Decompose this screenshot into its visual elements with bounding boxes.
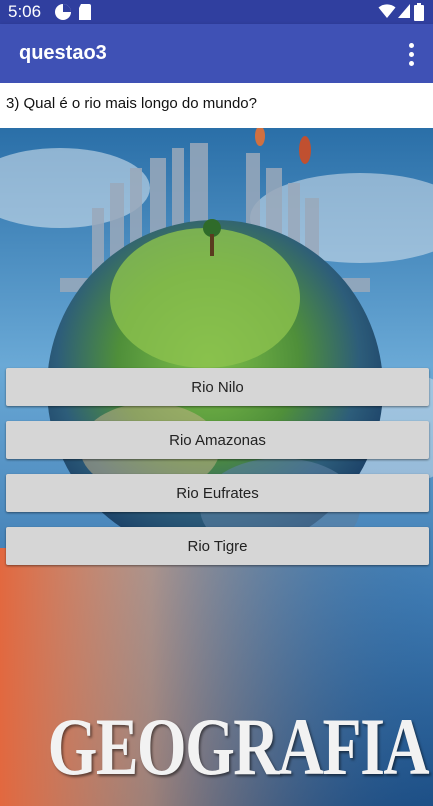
app-bar: questao3 <box>0 24 433 83</box>
answer-label: Rio Eufrates <box>176 484 259 502</box>
answer-label: Rio Amazonas <box>169 431 266 449</box>
status-time: 5:06 <box>8 2 42 21</box>
more-vert-icon[interactable] <box>399 39 423 69</box>
answer-button-rio-eufrates[interactable]: Rio Eufrates <box>6 474 429 512</box>
sim-card-icon <box>79 4 91 20</box>
question-text: 3) Qual é o rio mais longo do mundo? <box>6 95 257 112</box>
wifi-icon <box>378 4 396 18</box>
data-saver-icon <box>55 4 71 20</box>
answer-button-rio-amazonas[interactable]: Rio Amazonas <box>6 421 429 459</box>
answer-button-rio-nilo[interactable]: Rio Nilo <box>6 368 429 406</box>
answer-label: Rio Nilo <box>191 378 244 396</box>
status-bar: 5:06 <box>0 0 433 24</box>
answer-button-rio-tigre[interactable]: Rio Tigre <box>6 527 429 565</box>
answer-label: Rio Tigre <box>187 537 248 555</box>
app-title: questao3 <box>19 42 107 64</box>
battery-icon <box>414 3 424 21</box>
geografia-caption: GEOGRAFIA <box>47 701 430 792</box>
signal-icon <box>398 4 410 18</box>
question-panel: 3) Qual é o rio mais longo do mundo? <box>0 83 433 128</box>
